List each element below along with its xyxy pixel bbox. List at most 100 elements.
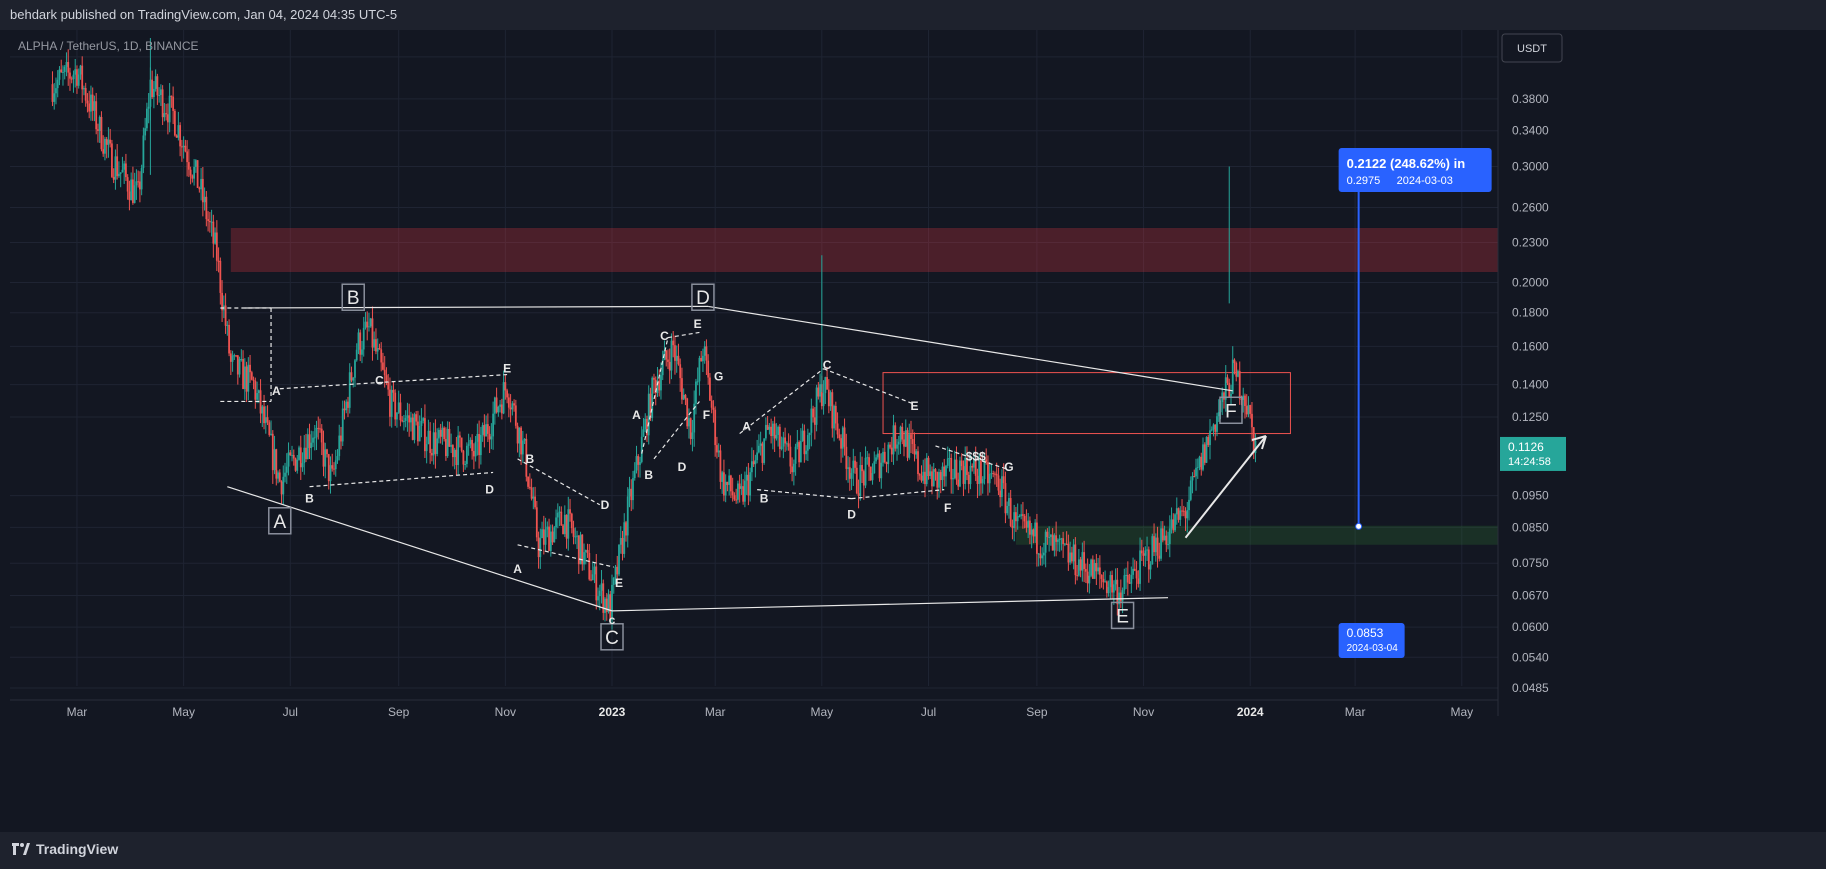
candle-body (819, 384, 821, 397)
candle-body (191, 175, 194, 179)
candle-body (981, 478, 984, 484)
candle-body (1102, 578, 1105, 583)
candle-body (812, 408, 814, 418)
candle-body (418, 425, 421, 442)
candle-body (146, 108, 148, 129)
candle-body (1032, 529, 1035, 537)
measure-handle-bottom[interactable] (1355, 522, 1363, 530)
candle-body (1097, 567, 1100, 572)
candle-body (486, 424, 489, 434)
candle-body (284, 472, 286, 477)
candle-body (340, 435, 342, 442)
candle-body (130, 179, 133, 201)
price-axis-tick: 0.0750 (1512, 556, 1549, 570)
wave-label-major: F (1225, 401, 1237, 422)
tradingview-logo[interactable]: TradingView (12, 841, 118, 857)
candle-body (1018, 516, 1021, 518)
wave-label-minor: E (503, 362, 511, 376)
candle-body (738, 483, 741, 489)
price-chart[interactable]: ABCDEFABCDEABDEcABCDEFGABCDEF$$$G0.2122 … (0, 0, 1826, 832)
candle-body (107, 139, 110, 145)
wave-label-minor: c (609, 613, 616, 627)
candle-body (670, 340, 673, 371)
candle-body (277, 472, 279, 479)
candle-body (577, 535, 580, 565)
candle-body (161, 89, 164, 118)
candle-body (497, 406, 500, 413)
candle-body (798, 442, 801, 463)
candle-body (892, 425, 895, 455)
candle-body (792, 463, 795, 473)
candle-body (833, 405, 835, 429)
time-axis-tick: Mar (705, 705, 726, 719)
candle-body (175, 135, 178, 138)
candle-body (308, 434, 311, 449)
candle-body (1196, 467, 1199, 469)
candle-body (1140, 550, 1143, 554)
candle-body (822, 393, 825, 407)
candle-body (1070, 552, 1073, 562)
candle-body (282, 476, 285, 495)
candle-body (787, 443, 790, 447)
candle-body (214, 232, 216, 244)
wave-label-minor: F (944, 501, 951, 515)
candle-body (714, 409, 717, 446)
candle-body (848, 467, 851, 479)
candle-body (946, 458, 949, 466)
candle-body (941, 466, 944, 481)
candle-body (626, 496, 629, 536)
candle-body (165, 113, 168, 115)
candle-body (273, 449, 276, 471)
candle-body (236, 355, 239, 375)
candle-body (166, 114, 169, 123)
candle-body (628, 488, 631, 497)
candle-body (1214, 424, 1217, 432)
candle-body (361, 349, 363, 355)
candle-body (306, 434, 309, 460)
candle-body (1015, 512, 1017, 522)
time-axis-tick: Sep (388, 705, 410, 719)
candle-body (883, 451, 886, 463)
candle-body (79, 65, 82, 75)
candle-body (1067, 543, 1070, 563)
candle-body (448, 428, 451, 447)
wave-label-minor: G (714, 370, 723, 384)
candle-body (653, 377, 655, 380)
candle-body (203, 196, 206, 203)
wave-label-minor: C (823, 358, 832, 372)
time-axis-tick: Nov (495, 705, 516, 719)
candle-body (1022, 514, 1024, 516)
candle-body (457, 435, 460, 465)
candle-body (294, 458, 297, 471)
candle-body (754, 460, 757, 465)
candle-body (1133, 568, 1136, 571)
candle-body (319, 428, 321, 430)
candle-body (555, 517, 557, 528)
candle-body (383, 369, 386, 376)
candle-body (53, 93, 56, 102)
candle-body (672, 340, 675, 346)
candle-body (621, 538, 624, 554)
candle-body (1042, 552, 1045, 556)
candle-body (955, 459, 958, 480)
measure-result-text: 0.2122 (248.62%) in (1347, 156, 1466, 171)
candle-body (67, 62, 70, 73)
candle-body (1216, 416, 1218, 432)
candle-body (761, 443, 764, 463)
candle-body (317, 427, 320, 429)
candle-body (691, 432, 694, 440)
candle-body (850, 472, 853, 479)
candle-body (1198, 456, 1201, 468)
candle-body (890, 447, 893, 455)
candle-body (347, 401, 349, 408)
wave-label-minor: C (660, 329, 669, 343)
candle-body (132, 179, 134, 203)
candle-body (862, 471, 865, 486)
candle-body (1008, 498, 1010, 506)
candle-body (184, 145, 187, 152)
candle-body (1209, 430, 1211, 446)
candle-body (114, 156, 117, 180)
candle-body (1086, 571, 1089, 584)
candle-body (829, 392, 832, 407)
candle-body (366, 321, 369, 328)
